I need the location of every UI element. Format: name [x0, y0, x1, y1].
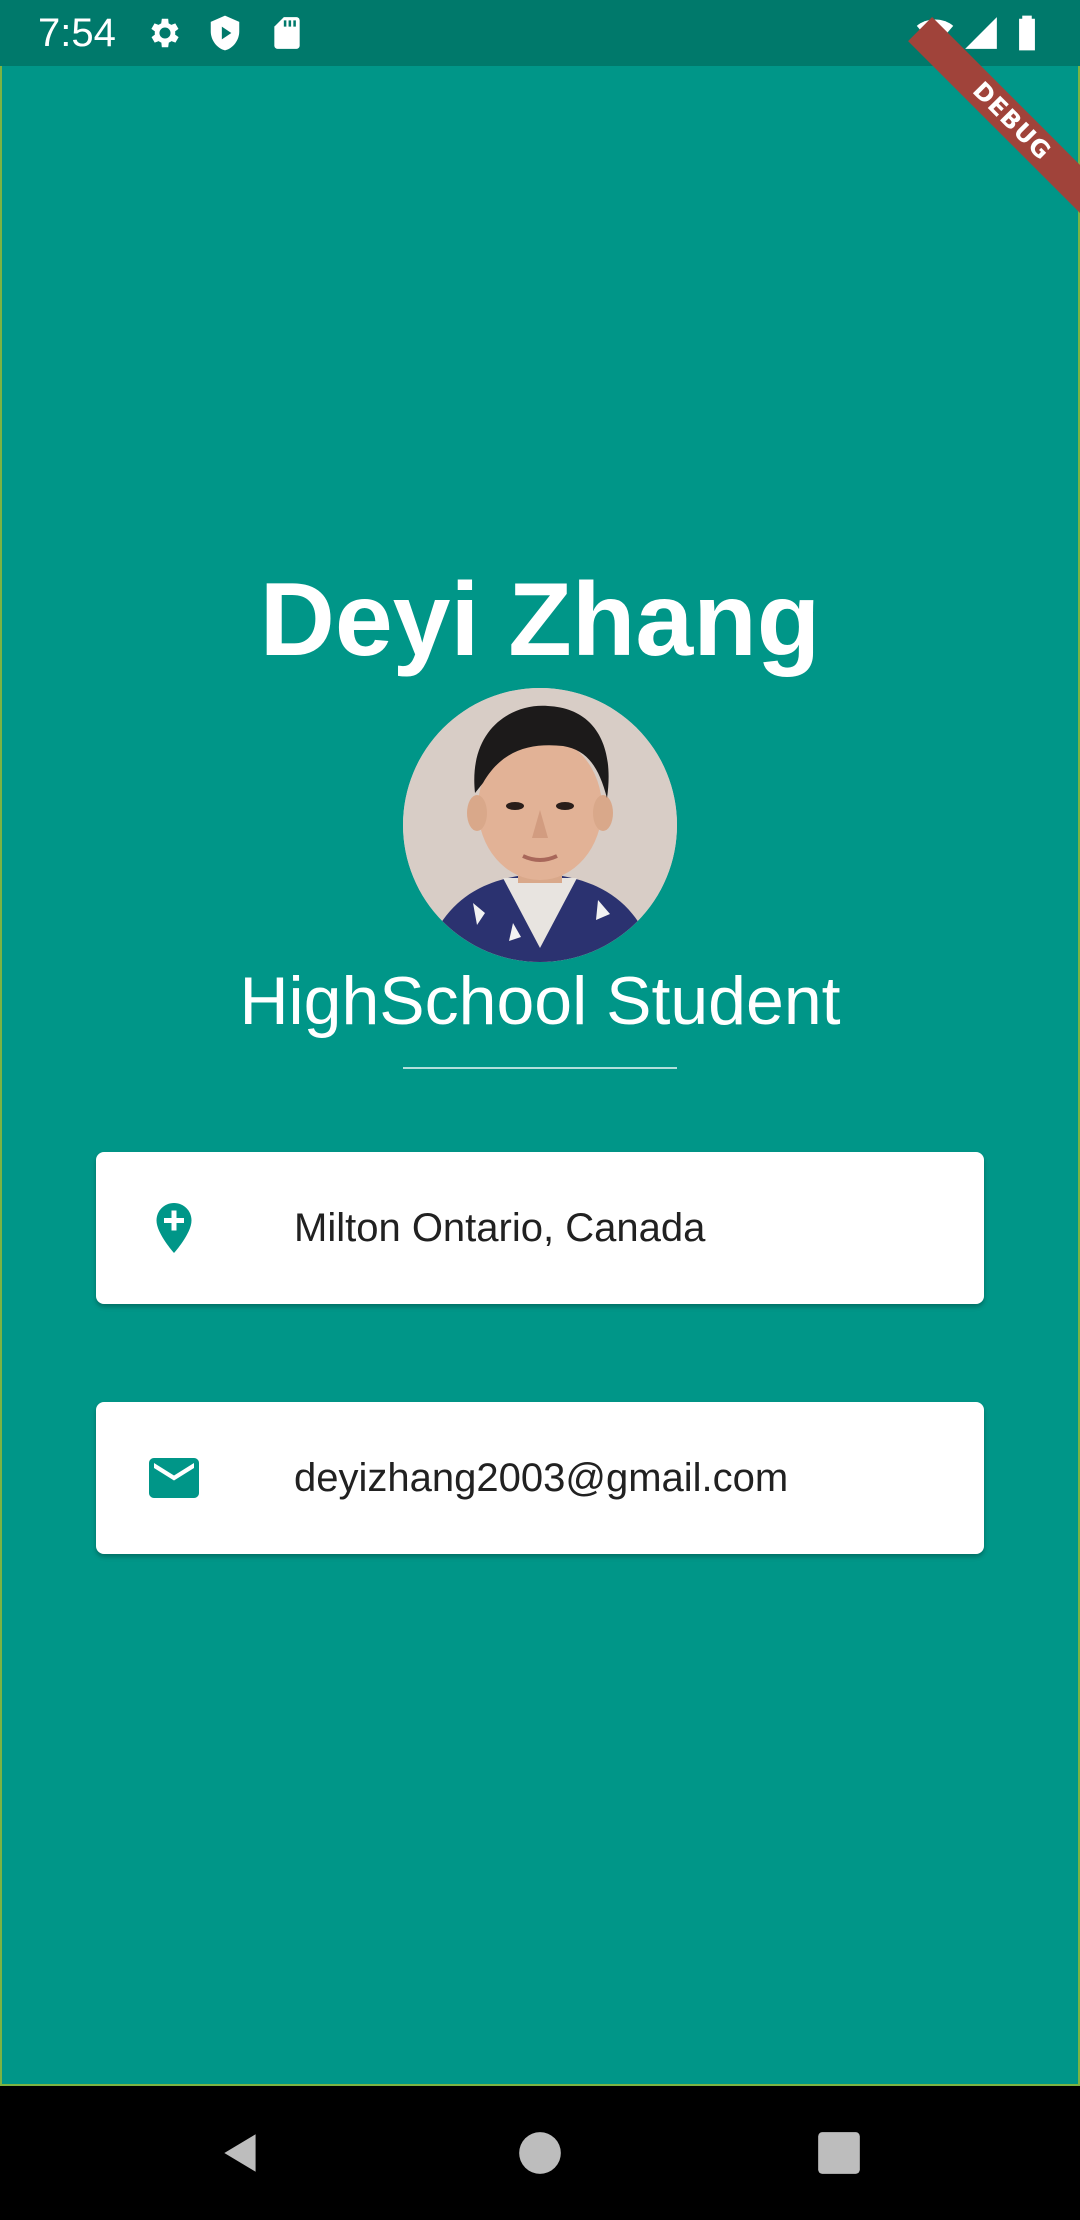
profile-name: Deyi Zhang — [259, 562, 821, 678]
avatar — [403, 688, 677, 962]
play-protect-icon — [210, 15, 240, 51]
location-card[interactable]: Milton Ontario, Canada — [96, 1152, 984, 1304]
recents-icon[interactable] — [814, 2128, 864, 2178]
profile-title: HighSchool Student — [239, 963, 841, 1039]
gear-icon — [151, 18, 179, 48]
divider — [403, 1067, 677, 1069]
email-icon — [149, 1458, 199, 1498]
signal-icon — [965, 17, 997, 49]
status-time: 7:54 — [38, 11, 116, 55]
email-text: deyizhang2003@gmail.com — [294, 1456, 789, 1500]
email-card[interactable]: deyizhang2003@gmail.com — [96, 1402, 984, 1554]
app-body: DEBUG — [0, 17, 1080, 2086]
back-icon[interactable] — [216, 2128, 266, 2178]
screen: 7:54 DEBUG Deyi Zhang HighSchool Student… — [0, 0, 1080, 2220]
add-location-icon — [156, 1203, 192, 1253]
sd-card-icon — [274, 17, 300, 49]
battery-icon — [1019, 15, 1035, 51]
avatar-photo — [403, 688, 677, 962]
home-icon[interactable] — [515, 2128, 565, 2178]
location-text: Milton Ontario, Canada — [294, 1206, 706, 1250]
nav-bar — [0, 2086, 1080, 2220]
